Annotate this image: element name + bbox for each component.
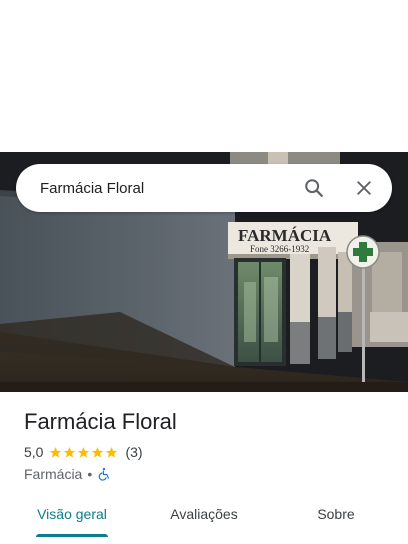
search-icon xyxy=(305,179,323,197)
separator-dot: • xyxy=(87,466,93,482)
review-count: (3) xyxy=(125,444,143,460)
category-row: Farmácia • xyxy=(24,465,111,483)
clear-search-button[interactable] xyxy=(344,168,384,208)
rating-value: 5,0 xyxy=(24,444,44,460)
place-page: FARMÁCIA Fone 3266-1932 Farmácia Floral … xyxy=(0,0,408,544)
search-input[interactable] xyxy=(40,176,294,200)
search-bar xyxy=(16,164,392,212)
wheelchair-icon xyxy=(98,467,110,481)
sign-phone: Fone 3266-1932 xyxy=(250,244,309,254)
tab-overview[interactable]: Visão geral xyxy=(24,494,120,534)
star-icon xyxy=(64,446,76,458)
sign-text: FARMÁCIA xyxy=(238,226,332,245)
search-button[interactable] xyxy=(294,168,334,208)
category-label[interactable]: Farmácia xyxy=(24,465,82,483)
star-icon xyxy=(106,446,118,458)
close-icon xyxy=(357,181,371,195)
star-icon xyxy=(78,446,90,458)
place-tabs: Visão geral Avaliações Sobre xyxy=(0,494,408,538)
rating-stars xyxy=(49,446,119,459)
tab-about[interactable]: Sobre xyxy=(288,494,384,534)
rating-row[interactable]: 5,0 (3) xyxy=(24,443,143,461)
place-name: Farmácia Floral xyxy=(24,409,177,434)
star-icon xyxy=(50,446,62,458)
active-tab-indicator xyxy=(36,534,108,537)
star-icon xyxy=(92,446,104,458)
tab-reviews[interactable]: Avaliações xyxy=(156,494,252,534)
